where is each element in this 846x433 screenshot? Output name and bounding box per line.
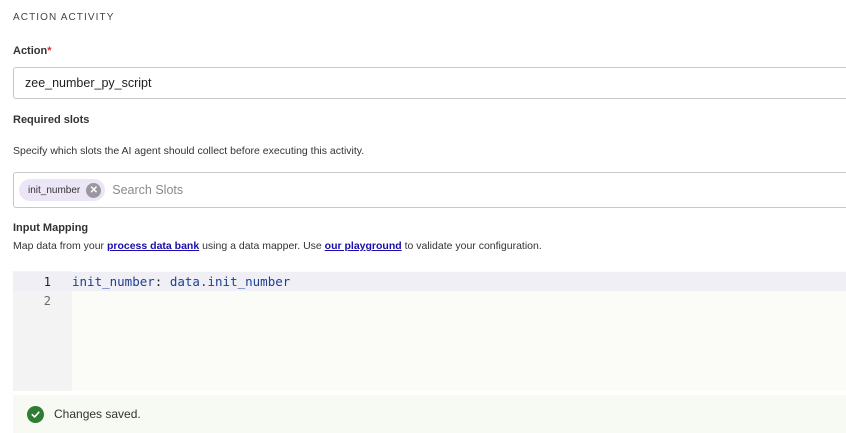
required-slots-helper: Specify which slots the AI agent should …	[13, 145, 365, 157]
code-line[interactable]: 2	[13, 291, 846, 310]
status-bar: Changes saved.	[13, 395, 846, 433]
action-input-value: zee_number_py_script	[25, 76, 152, 90]
action-label-text: Action	[13, 45, 48, 57]
process-data-bank-link[interactable]: process data bank	[107, 240, 199, 252]
helper-prefix: Map data from your	[13, 240, 107, 252]
check-circle-icon	[27, 405, 44, 423]
line-number: 1	[43, 274, 51, 289]
playground-link[interactable]: our playground	[325, 240, 402, 252]
input-mapping-label: Input Mapping	[13, 222, 89, 234]
slot-chip-label: init_number	[28, 184, 81, 196]
required-slots-label: Required slots	[13, 114, 90, 126]
status-text: Changes saved.	[54, 407, 141, 421]
required-mark: *	[47, 45, 52, 57]
code-val: data.init_number	[169, 274, 291, 289]
helper-middle: using a data mapper. Use	[199, 240, 325, 252]
slot-search-input[interactable]	[112, 183, 413, 197]
action-label: Action*	[13, 45, 52, 57]
action-input[interactable]: zee_number_py_script	[13, 67, 846, 99]
slot-chip: init_number ✕	[19, 179, 106, 201]
line-number: 2	[43, 293, 51, 308]
slots-selector[interactable]: init_number ✕	[13, 172, 846, 208]
helper-suffix: to validate your configuration.	[401, 240, 542, 252]
input-mapping-helper: Map data from your process data bank usi…	[13, 240, 542, 252]
remove-chip-icon[interactable]: ✕	[86, 182, 102, 198]
code-key: init_number	[72, 274, 155, 289]
code-sep: :	[154, 274, 170, 289]
code-line[interactable]: 1 init_number: data.init_number	[13, 272, 846, 291]
section-title: ACTION ACTIVITY	[13, 12, 115, 23]
code-text: init_number: data.init_number	[72, 274, 290, 289]
code-editor[interactable]: 1 init_number: data.init_number 2	[13, 271, 846, 391]
